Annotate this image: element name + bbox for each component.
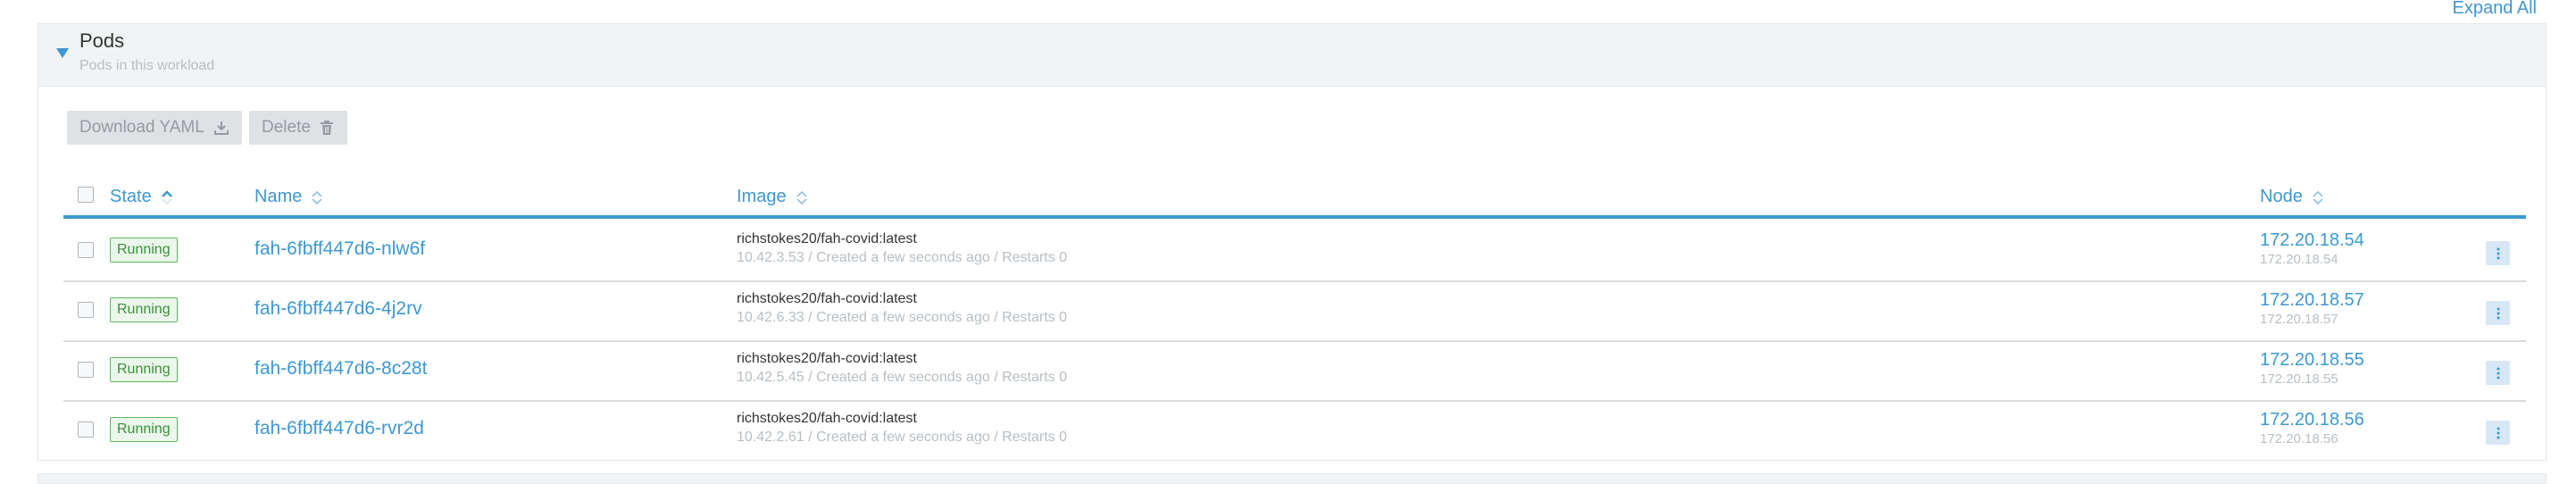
- section-title: Pods: [79, 29, 125, 52]
- table-row: Running fah-6fbff447d6-rvr2d richstokes2…: [63, 402, 2526, 462]
- table-row: Running fah-6fbff447d6-nlw6f richstokes2…: [63, 222, 2526, 282]
- node-link[interactable]: 172.20.18.57: [2260, 290, 2364, 311]
- column-node-label: Node: [2260, 187, 2303, 206]
- row-checkbox[interactable]: [78, 302, 94, 318]
- node-ip: 172.20.18.56: [2260, 431, 2338, 446]
- pod-name-link[interactable]: fah-6fbff447d6-8c28t: [254, 358, 427, 380]
- select-all-checkbox[interactable]: [78, 187, 94, 203]
- expand-all-link[interactable]: Expand All: [2452, 0, 2537, 19]
- column-image-label: Image: [737, 187, 787, 206]
- column-state-label: State: [110, 187, 152, 206]
- image-name: richstokes20/fah-covid:latest: [737, 231, 917, 246]
- row-checkbox[interactable]: [78, 421, 94, 438]
- image-detail: 10.42.5.45 / Created a few seconds ago /…: [737, 370, 1067, 385]
- delete-label: Delete: [262, 118, 311, 137]
- row-checkbox[interactable]: [78, 242, 94, 258]
- pod-name-link[interactable]: fah-6fbff447d6-nlw6f: [254, 238, 425, 260]
- image-detail: 10.42.3.53 / Created a few seconds ago /…: [737, 250, 1067, 265]
- row-actions-button[interactable]: [2486, 301, 2510, 325]
- column-state[interactable]: State: [110, 187, 173, 207]
- section-header[interactable]: Pods Pods in this workload: [38, 24, 2546, 87]
- sort-icon: [312, 190, 322, 204]
- table-row: Running fah-6fbff447d6-8c28t richstokes2…: [63, 342, 2526, 402]
- section-subtitle: Pods in this workload: [79, 58, 215, 73]
- image-name: richstokes20/fah-covid:latest: [737, 351, 917, 366]
- image-name: richstokes20/fah-covid:latest: [737, 291, 917, 306]
- image-detail: 10.42.6.33 / Created a few seconds ago /…: [737, 310, 1067, 325]
- status-badge: Running: [110, 297, 178, 322]
- status-badge: Running: [110, 417, 178, 442]
- kebab-icon: [2497, 247, 2499, 259]
- delete-button[interactable]: Delete: [249, 111, 347, 145]
- table-row: Running fah-6fbff447d6-4j2rv richstokes2…: [63, 282, 2526, 342]
- row-checkbox[interactable]: [78, 362, 94, 378]
- column-image[interactable]: Image: [737, 187, 808, 207]
- pod-name-link[interactable]: fah-6fbff447d6-4j2rv: [254, 298, 422, 320]
- next-section-header[interactable]: [38, 473, 2547, 484]
- table-header: State Name Image Node: [63, 160, 2526, 219]
- node-link[interactable]: 172.20.18.56: [2260, 410, 2364, 430]
- status-badge: Running: [110, 357, 178, 382]
- pod-name-link[interactable]: fah-6fbff447d6-rvr2d: [254, 418, 424, 439]
- sort-ascending-icon: [161, 189, 172, 204]
- download-yaml-button[interactable]: Download YAML: [67, 111, 242, 145]
- image-detail: 10.42.2.61 / Created a few seconds ago /…: [737, 430, 1067, 445]
- column-node[interactable]: Node: [2260, 187, 2324, 207]
- row-actions-button[interactable]: [2486, 421, 2510, 445]
- node-ip: 172.20.18.55: [2260, 371, 2338, 387]
- sort-icon: [796, 190, 807, 204]
- download-icon: [213, 121, 229, 135]
- node-ip: 172.20.18.57: [2260, 312, 2338, 327]
- kebab-icon: [2497, 307, 2499, 319]
- image-name: richstokes20/fah-covid:latest: [737, 411, 917, 426]
- row-actions-button[interactable]: [2486, 361, 2510, 385]
- node-ip: 172.20.18.54: [2260, 252, 2338, 267]
- trash-icon: [320, 121, 333, 135]
- node-link[interactable]: 172.20.18.55: [2260, 350, 2364, 371]
- node-link[interactable]: 172.20.18.54: [2260, 230, 2364, 251]
- kebab-icon: [2497, 427, 2499, 438]
- row-actions-button[interactable]: [2486, 241, 2510, 265]
- status-badge: Running: [110, 238, 178, 263]
- kebab-icon: [2497, 367, 2499, 379]
- column-name-label: Name: [254, 187, 303, 206]
- pods-section: Pods Pods in this workload Download YAML…: [38, 23, 2547, 461]
- download-yaml-label: Download YAML: [79, 118, 204, 137]
- caret-down-icon[interactable]: [56, 48, 69, 58]
- column-name[interactable]: Name: [254, 187, 323, 207]
- sort-icon: [2313, 190, 2323, 204]
